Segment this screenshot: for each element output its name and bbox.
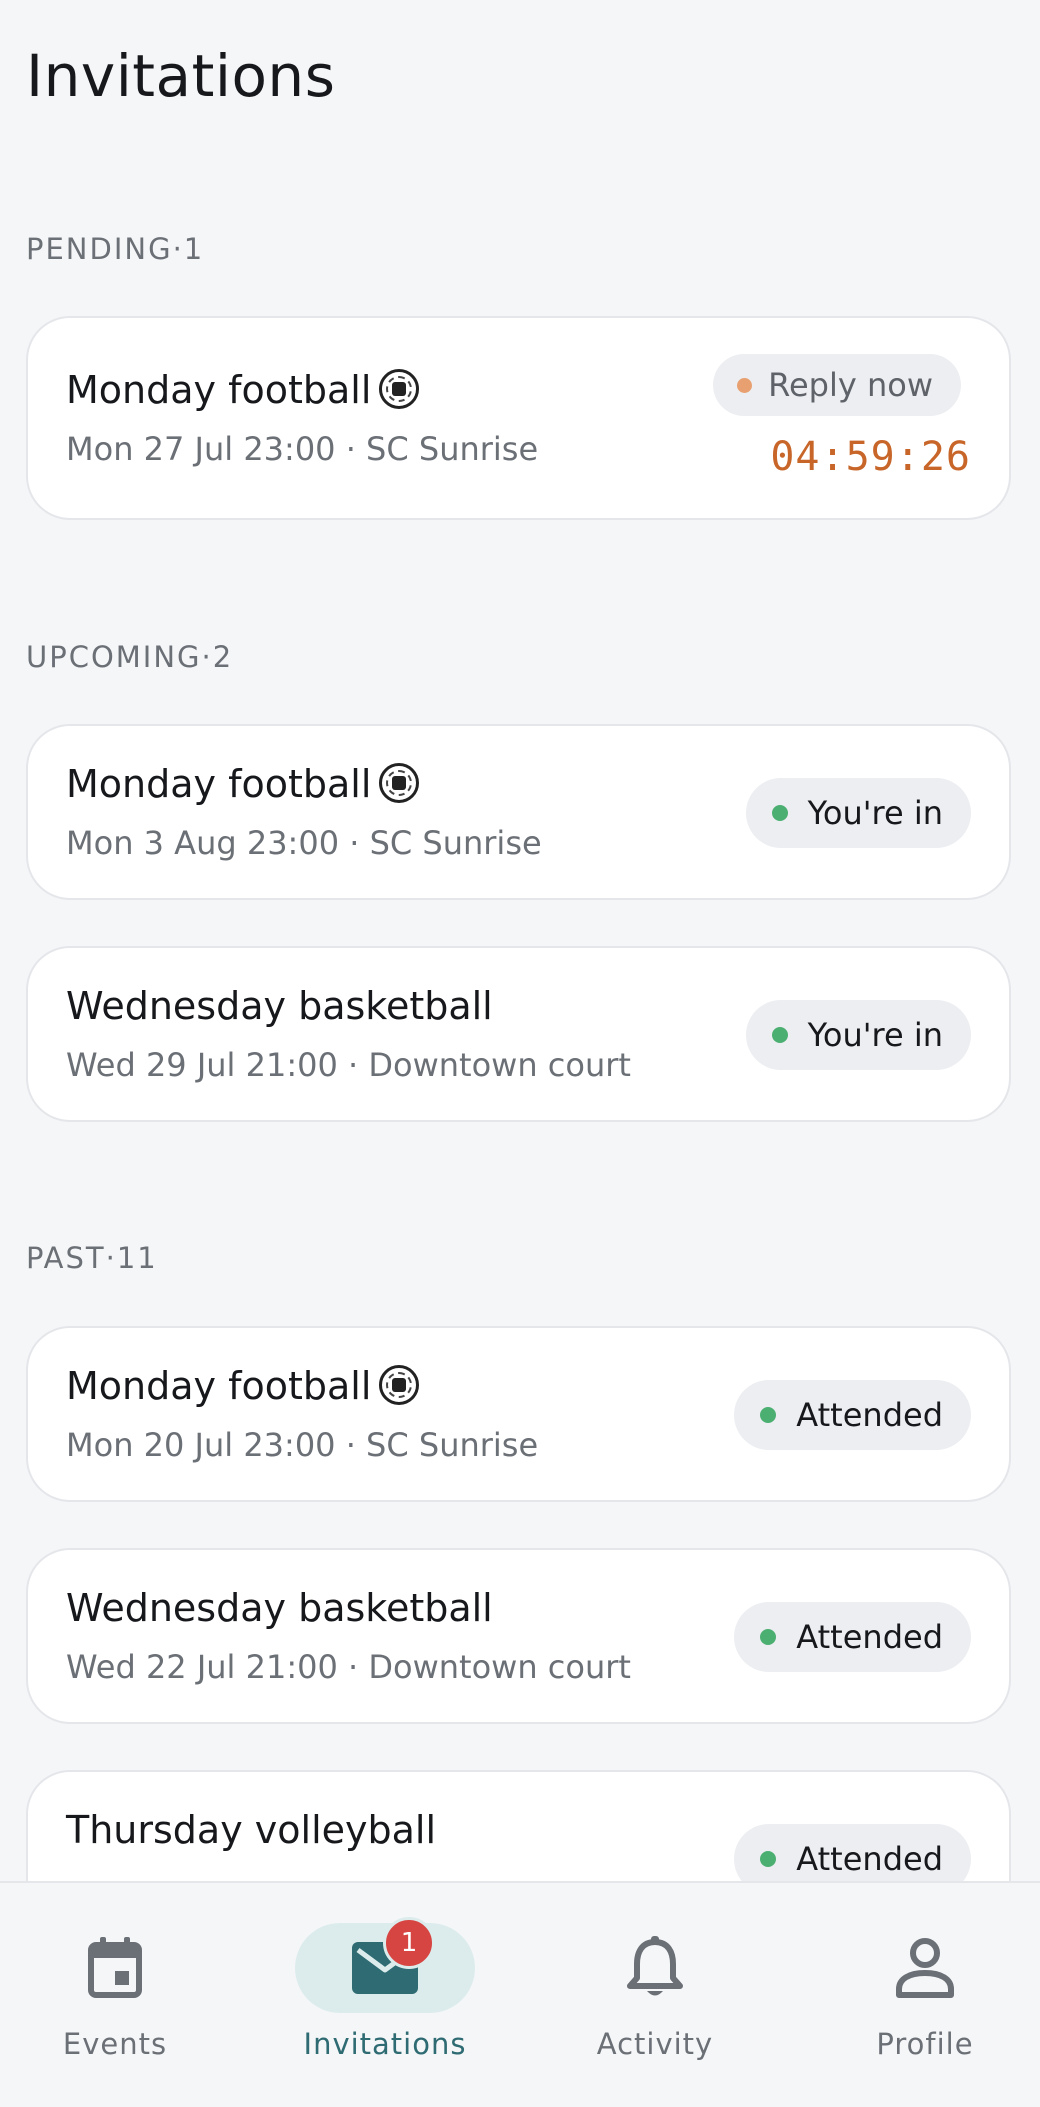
nav-icon-container: 1 [295,1917,475,2013]
content-area: Invitations PENDING · 1 Monday football … [0,0,1040,1881]
nav-label: Events [62,2027,168,2061]
status-dot [771,805,788,821]
card-title: Monday football [66,762,420,806]
soccer-ball-icon [379,369,420,409]
calendar-icon [88,1937,142,1998]
card-title: Monday football [66,1364,420,1408]
nav-icon-container [565,1923,745,2013]
status-badge: Attended [734,1824,971,1881]
nav-label: Invitations [303,2027,467,2061]
notification-badge: 1 [383,1917,435,1969]
invitation-card-upcoming[interactable]: Monday football Mon 3 Aug 23:00 · SC Sun… [26,724,1011,900]
page-title: Invitations [26,42,336,110]
nav-label: Profile [876,2027,974,2061]
card-subtitle: Wed 29 Jul 21:00 · Downtown court [66,1046,631,1084]
soccer-ball-icon [379,1365,420,1405]
invitation-card-past[interactable]: Monday football Mon 20 Jul 23:00 · SC Su… [26,1326,1011,1502]
card-title: Wednesday basketball [66,984,493,1028]
section-label-upcoming: UPCOMING · 2 [26,640,234,674]
nav-icon-container [835,1923,1015,2013]
status-dot [737,377,753,393]
bell-icon [627,1936,683,1996]
reply-countdown-timer: 04:59:26 [770,434,971,480]
nav-item-events[interactable]: Events [0,1883,235,2107]
invitation-card-past[interactable]: Wednesday basketball Wed 22 Jul 21:00 · … [26,1548,1011,1724]
nav-item-invitations[interactable]: 1 Invitations [265,1883,505,2107]
invitation-card-past[interactable]: Thursday volleyball Attended [26,1770,1011,1881]
status-dot [760,1629,777,1645]
card-title: Wednesday basketball [66,1586,493,1630]
status-badge: You're in [745,778,971,848]
invitation-card-upcoming[interactable]: Wednesday basketball Wed 29 Jul 21:00 · … [26,946,1011,1122]
status-dot [760,1407,777,1423]
card-subtitle: Mon 3 Aug 23:00 · SC Sunrise [66,824,542,862]
nav-icon-container [25,1923,205,2013]
card-title: Thursday volleyball [66,1808,437,1852]
nav-label: Activity [596,2027,714,2061]
card-subtitle: Mon 20 Jul 23:00 · SC Sunrise [66,1426,539,1464]
card-subtitle: Wed 22 Jul 21:00 · Downtown court [66,1648,631,1686]
status-badge: Attended [734,1602,971,1672]
bottom-navigation: Events 1 Invitations Activity Profile [0,1881,1040,2105]
card-title: Monday football [66,368,420,412]
status-badge: You're in [745,1000,971,1070]
person-icon [896,1938,954,1998]
status-dot [771,1027,788,1043]
nav-item-profile[interactable]: Profile [805,1883,1040,2107]
reply-now-badge[interactable]: Reply now [713,354,961,416]
nav-item-activity[interactable]: Activity [535,1883,775,2107]
card-subtitle: Mon 27 Jul 23:00 · SC Sunrise [66,430,539,468]
status-badge: Attended [734,1380,971,1450]
soccer-ball-icon [379,763,420,803]
section-label-past: PAST · 11 [26,1241,158,1275]
invitation-card-pending[interactable]: Monday football Mon 27 Jul 23:00 · SC Su… [26,316,1011,520]
status-dot [760,1851,777,1867]
section-label-pending: PENDING · 1 [26,232,205,266]
